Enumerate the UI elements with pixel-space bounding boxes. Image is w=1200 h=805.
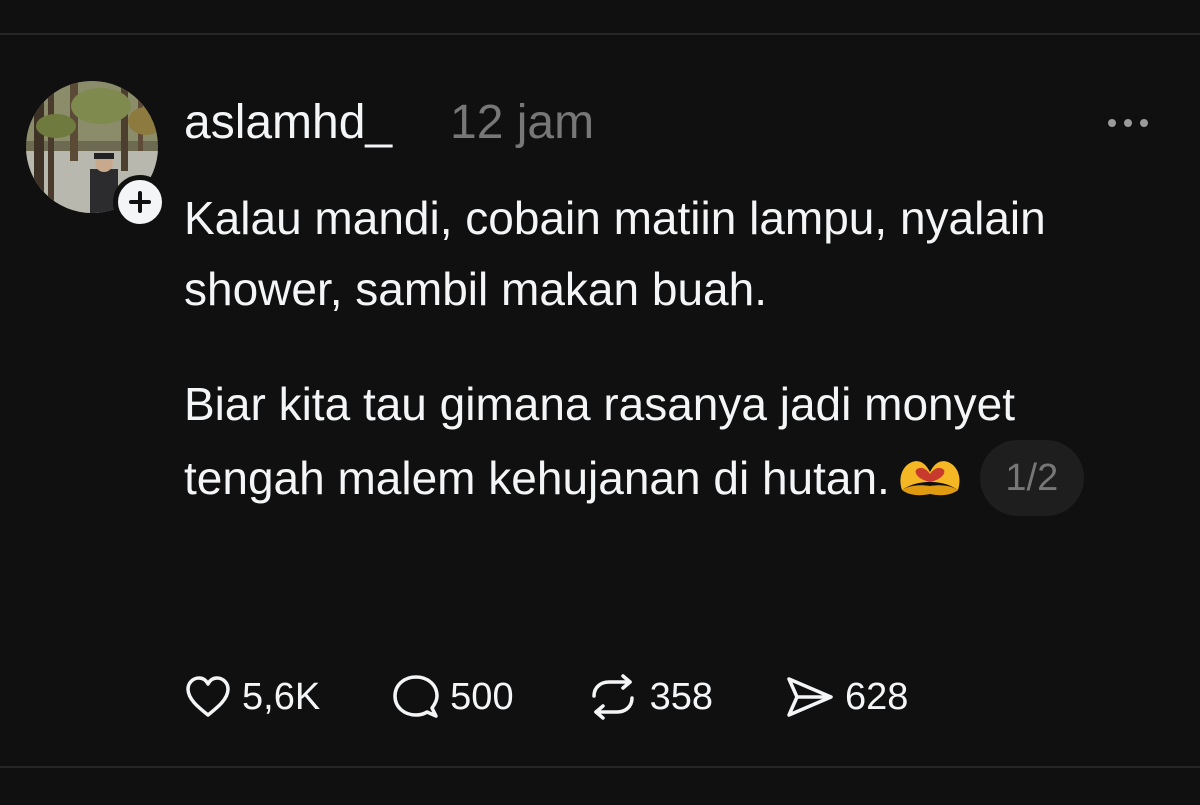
username-link[interactable]: aslamhd_: [184, 95, 392, 151]
post-timestamp: 12 jam: [450, 96, 595, 149]
reply-button[interactable]: 500: [392, 673, 514, 721]
post-paragraph-last: Biar kita tau gimana rasanya jadi monyet…: [184, 369, 1164, 516]
more-options-button[interactable]: [1100, 103, 1156, 143]
post-paragraph: Kalau mandi, cobain matiin lampu, nyalai…: [184, 192, 1046, 315]
post-actions: 5,6K 500 358 628: [184, 673, 980, 721]
follow-button[interactable]: [113, 175, 167, 229]
thread-page-indicator[interactable]: 1/2: [979, 440, 1084, 516]
ellipsis-icon: [1108, 119, 1148, 127]
like-count: 5,6K: [242, 676, 321, 718]
send-icon: [787, 677, 833, 717]
share-button[interactable]: 628: [785, 673, 908, 721]
heart-hands-emoji: [900, 461, 960, 496]
avatar-container[interactable]: [26, 81, 167, 229]
bottom-divider: [0, 766, 1200, 768]
like-button[interactable]: 5,6K: [184, 673, 320, 721]
repost-icon: [591, 674, 634, 720]
repost-count: 358: [649, 676, 713, 718]
repost-button[interactable]: 358: [586, 673, 713, 721]
reply-count: 500: [450, 676, 514, 718]
post-paragraph-text: Biar kita tau gimana rasanya jadi monyet…: [184, 378, 1015, 504]
comment-icon: [393, 675, 439, 718]
thread-post: aslamhd_ 12 jam Kalau mandi, cobain mati…: [0, 35, 1200, 766]
post-body: Kalau mandi, cobain matiin lampu, nyalai…: [184, 183, 1164, 516]
share-count: 628: [844, 676, 909, 718]
plus-icon: [129, 191, 151, 213]
heart-icon: [186, 676, 230, 717]
